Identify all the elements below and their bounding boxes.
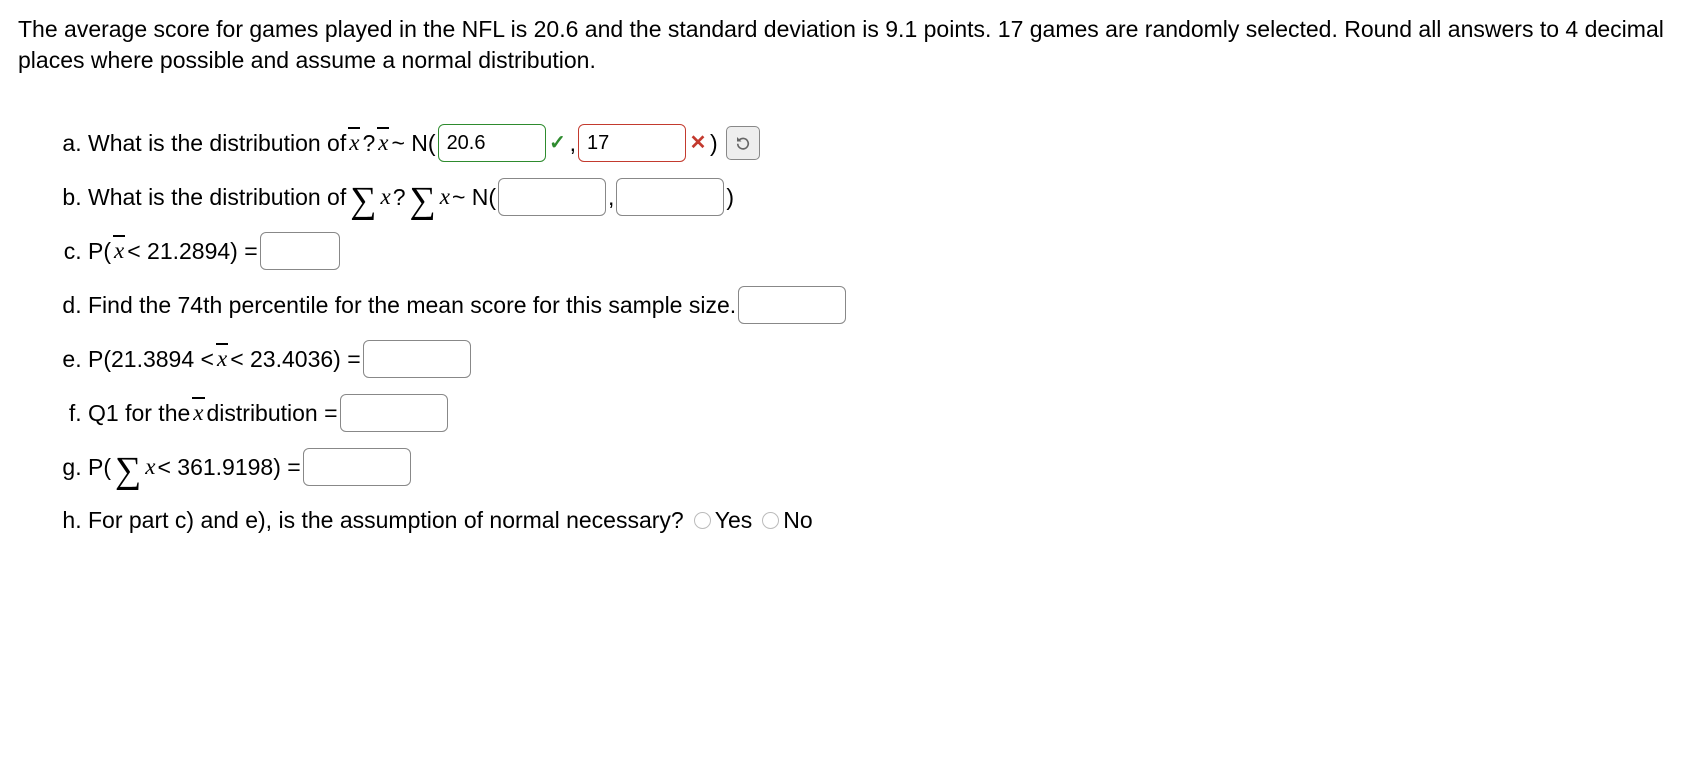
comma: , bbox=[608, 179, 614, 216]
qh-text: For part c) and e), is the assumption of… bbox=[88, 502, 684, 539]
comma: , bbox=[570, 125, 576, 162]
radio-no[interactable] bbox=[762, 512, 779, 529]
retry-button[interactable] bbox=[726, 126, 760, 160]
question-c: P( x < 21.2894) = bbox=[88, 224, 1664, 278]
cross-icon: ✕ bbox=[688, 127, 708, 159]
question-b: What is the distribution of ∑ x ? ∑ x ~ … bbox=[88, 170, 1664, 224]
qe-input[interactable] bbox=[363, 340, 471, 378]
xbar-symbol: x bbox=[377, 125, 389, 162]
qb-sd-input[interactable] bbox=[616, 178, 724, 216]
qa-pre: What is the distribution of bbox=[88, 125, 346, 162]
retry-icon bbox=[734, 134, 752, 152]
label-no: No bbox=[783, 502, 812, 539]
qa-close: ) bbox=[710, 125, 718, 162]
label-yes: Yes bbox=[715, 502, 753, 539]
qe-post: < 23.4036) = bbox=[230, 341, 360, 378]
xbar-symbol: x bbox=[348, 125, 360, 162]
qb-dist: ~ N( bbox=[452, 179, 496, 216]
qc-input[interactable] bbox=[260, 232, 340, 270]
question-h: For part c) and e), is the assumption of… bbox=[88, 494, 1664, 547]
qb-post: ? bbox=[393, 179, 406, 216]
qc-pre: P( bbox=[88, 233, 111, 270]
xbar-symbol: x bbox=[113, 233, 125, 270]
question-g: P( ∑ x < 361.9198) = bbox=[88, 440, 1664, 494]
qa-dist: ~ N( bbox=[391, 125, 435, 162]
qc-cond: < 21.2894) = bbox=[127, 233, 257, 270]
x-symbol: x bbox=[145, 449, 155, 486]
question-d: Find the 74th percentile for the mean sc… bbox=[88, 278, 1664, 332]
qd-text: Find the 74th percentile for the mean sc… bbox=[88, 287, 736, 324]
qb-pre: What is the distribution of bbox=[88, 179, 346, 216]
qf-post: distribution = bbox=[207, 395, 338, 432]
xbar-symbol: x bbox=[216, 341, 228, 378]
question-e: P(21.3894 < x < 23.4036) = bbox=[88, 332, 1664, 386]
qa-sd-input[interactable] bbox=[578, 124, 686, 162]
qg-cond: < 361.9198) = bbox=[157, 449, 300, 486]
qb-close: ) bbox=[726, 179, 734, 216]
qa-post: ? bbox=[362, 125, 375, 162]
qg-input[interactable] bbox=[303, 448, 411, 486]
qe-pre: P(21.3894 < bbox=[88, 341, 214, 378]
xbar-symbol: x bbox=[192, 395, 204, 432]
qf-pre: Q1 for the bbox=[88, 395, 190, 432]
qd-input[interactable] bbox=[738, 286, 846, 324]
x-symbol: x bbox=[380, 179, 390, 216]
question-a: What is the distribution of x ? x ~ N( ✓… bbox=[88, 116, 1664, 170]
qf-input[interactable] bbox=[340, 394, 448, 432]
qb-mean-input[interactable] bbox=[498, 178, 606, 216]
question-list: What is the distribution of x ? x ~ N( ✓… bbox=[18, 116, 1664, 547]
problem-intro: The average score for games played in th… bbox=[18, 14, 1664, 76]
x-symbol: x bbox=[440, 179, 450, 216]
check-icon: ✓ bbox=[548, 127, 568, 159]
question-f: Q1 for the x distribution = bbox=[88, 386, 1664, 440]
qa-mean-input[interactable] bbox=[438, 124, 546, 162]
qg-pre: P( bbox=[88, 449, 111, 486]
radio-yes[interactable] bbox=[694, 512, 711, 529]
